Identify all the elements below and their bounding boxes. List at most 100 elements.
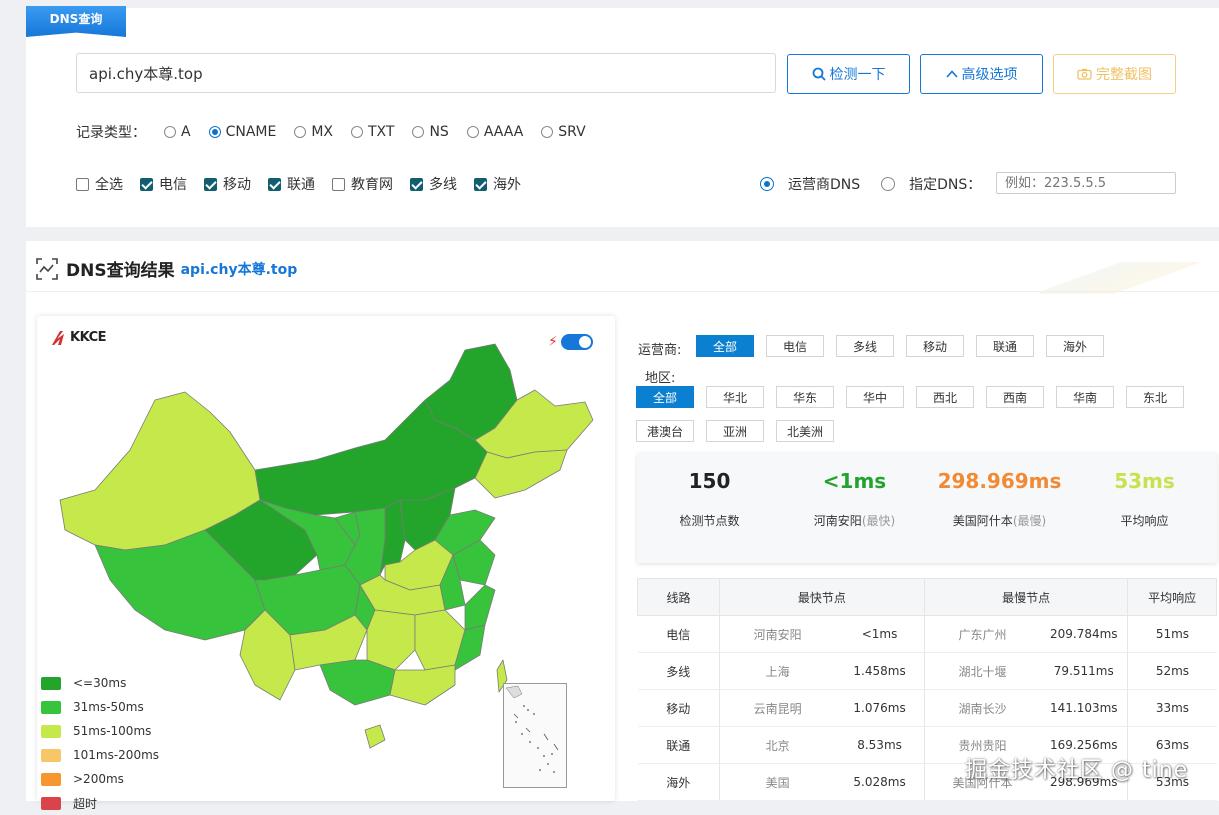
cell-line: 电信 (637, 615, 720, 653)
dns-mode-row: 运营商DNS 指定DNS： (760, 174, 981, 194)
cell-fast-ms: <1ms (835, 615, 925, 653)
domain-input[interactable] (76, 53, 776, 93)
full-screenshot-button[interactable]: 完整截图 (1053, 54, 1176, 94)
isp-checkbox-5[interactable]: 多线 (410, 174, 457, 194)
table-row[interactable]: 多线 上海 1.458ms 湖北十堰 79.511ms 52ms (637, 652, 1217, 690)
stat-value: 53ms (1114, 469, 1175, 493)
record-type-label: TXT (368, 124, 395, 140)
table-row[interactable]: 电信 河南安阳 <1ms 广东广州 209.784ms 51ms (637, 615, 1217, 653)
south-china-sea-inset (503, 683, 567, 788)
table-row[interactable]: 移动 云南昆明 1.076ms 湖南长沙 141.103ms 33ms (637, 689, 1217, 727)
record-type-radio-txt[interactable]: TXT (351, 124, 394, 140)
camera-icon (1077, 68, 1092, 80)
region-filter-0[interactable]: 全部 (636, 386, 694, 408)
record-type-radio-mx[interactable]: MX (294, 124, 333, 140)
map-region-liaoning[interactable] (474, 449, 568, 499)
record-type-radio-a[interactable]: A (164, 124, 191, 140)
radio-icon (208, 126, 221, 138)
isp-checkbox-0[interactable]: 全选 (76, 174, 123, 194)
isp-filter-0[interactable]: 全部 (696, 335, 754, 357)
legend-label: 101ms-200ms (73, 748, 160, 762)
legend-item[interactable]: >200ms (41, 767, 159, 791)
region-filter-7[interactable]: 东北 (1126, 386, 1184, 408)
isp-checkbox-label: 联通 (287, 177, 315, 193)
region-filter-2[interactable]: 华东 (776, 386, 834, 408)
cell-slow-node: 湖北十堰 (923, 652, 1041, 690)
stat-label-sub: (最慢) (1012, 514, 1047, 528)
isp-checkbox-2[interactable]: 移动 (204, 174, 251, 194)
map-region-guangdong[interactable] (389, 664, 456, 706)
isp-checkbox-1[interactable]: 电信 (140, 174, 187, 194)
isp-filter-1[interactable]: 电信 (766, 335, 824, 357)
stat-item: 53ms 平均响应 (1072, 453, 1217, 529)
region-filter-extra-2[interactable]: 北美洲 (776, 420, 834, 442)
dns-mode-custom-radio[interactable]: 指定DNS： (881, 174, 981, 194)
isp-filter-3[interactable]: 移动 (906, 335, 964, 357)
map-region-guangxi[interactable] (319, 659, 396, 706)
record-type-radio-ns[interactable]: NS (412, 124, 449, 140)
record-type-label: NS (429, 124, 449, 140)
map-region-hunan[interactable] (366, 609, 416, 671)
checkbox-icon (474, 177, 487, 191)
region-filter-6[interactable]: 华南 (1056, 386, 1114, 408)
isp-filter-2[interactable]: 多线 (836, 335, 894, 357)
col-fastest: 最快节点 (718, 578, 925, 616)
record-type-label: SRV (558, 124, 586, 140)
legend-item[interactable]: 31ms-50ms (41, 695, 159, 719)
region-filter-4[interactable]: 西北 (916, 386, 974, 408)
record-type-radio-srv[interactable]: SRV (541, 124, 586, 140)
region-filter-label: 地区: (645, 371, 676, 386)
legend-swatch (41, 748, 61, 762)
latency-legend: <=30ms 31ms-50ms 51ms-100ms 101ms-200ms >200… (41, 671, 159, 815)
cell-avg: 51ms (1127, 615, 1217, 653)
table-header-row: 线路 最快节点 最慢节点 平均响应 (637, 578, 1217, 616)
stat-label-sub: (最快) (861, 514, 896, 528)
region-filter-extra-0[interactable]: 港澳台 (636, 420, 694, 442)
record-type-label: AAAA (483, 124, 524, 140)
isp-checkbox-3[interactable]: 联通 (268, 174, 315, 194)
cell-fast-node: 云南昆明 (718, 689, 836, 727)
legend-item[interactable]: 101ms-200ms (41, 743, 159, 767)
custom-dns-input[interactable] (996, 172, 1176, 194)
stat-label: 平均响应 (1072, 512, 1217, 529)
legend-item[interactable]: 51ms-100ms (41, 719, 159, 743)
record-type-radio-aaaa[interactable]: AAAA (466, 124, 524, 140)
stat-item: 150 检测节点数 (637, 453, 782, 529)
region-filter-5[interactable]: 西南 (986, 386, 1044, 408)
radio-icon (294, 126, 307, 138)
isp-checkbox-4[interactable]: 教育网 (332, 174, 393, 194)
stat-label-text: 检测节点数 (679, 514, 740, 528)
legend-swatch (41, 772, 61, 786)
stat-label-text: 河南安阳 (813, 514, 862, 528)
map-region-hainan[interactable] (364, 724, 386, 749)
result-header: DNS查询结果 api.chy本尊.top (36, 256, 297, 281)
cell-avg: 52ms (1127, 652, 1217, 690)
isp-filter-4[interactable]: 联通 (976, 335, 1034, 357)
legend-item[interactable]: 超时 (41, 791, 159, 815)
dns-mode-isp-radio[interactable]: 运营商DNS (760, 174, 860, 194)
isp-checkbox-6[interactable]: 海外 (474, 174, 521, 194)
result-title: DNS查询结果 (66, 261, 175, 281)
dns-query-tab[interactable]: DNS查询 (26, 6, 126, 37)
region-filter-1[interactable]: 华北 (706, 386, 764, 408)
map-region-zhejiang[interactable] (464, 584, 496, 631)
advanced-options-button[interactable]: 高级选项 (920, 54, 1043, 94)
radio-icon (881, 177, 896, 191)
region-filter-3[interactable]: 华中 (846, 386, 904, 408)
legend-label: 51ms-100ms (73, 724, 152, 738)
radio-icon (541, 126, 554, 138)
check-button[interactable]: 检测一下 (787, 54, 910, 94)
cell-line: 联通 (637, 726, 720, 764)
checkbox-icon (204, 177, 217, 191)
stat-label-text: 平均响应 (1120, 514, 1169, 528)
header-decoration (1040, 262, 1219, 294)
radio-icon (760, 177, 774, 191)
isp-filter-5[interactable]: 海外 (1046, 335, 1104, 357)
region-filter-extra-1[interactable]: 亚洲 (706, 420, 764, 442)
region-filter-group-2: 港澳台 亚洲 北美洲 (636, 420, 834, 442)
cell-slow-ms: 209.784ms (1040, 615, 1128, 653)
result-domain: api.chy本尊.top (180, 261, 298, 278)
isp-checkbox-label: 教育网 (351, 177, 393, 193)
legend-item[interactable]: <=30ms (41, 671, 159, 695)
record-type-radio-cname[interactable]: CNAME (208, 124, 276, 140)
